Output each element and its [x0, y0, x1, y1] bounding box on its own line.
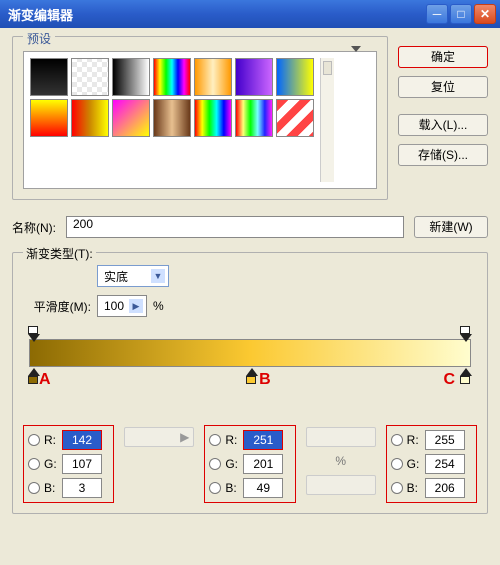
rgb-col-a: R:142 G:107 B:3 — [23, 425, 114, 503]
preset-swatch[interactable] — [30, 58, 68, 96]
radio-r[interactable] — [391, 434, 403, 446]
radio-b[interactable] — [209, 482, 221, 494]
radio-r[interactable] — [28, 434, 40, 446]
presets-list — [23, 51, 377, 189]
radio-r[interactable] — [209, 434, 221, 446]
preset-swatches — [30, 58, 314, 182]
preset-swatch[interactable] — [71, 58, 109, 96]
presets-menu-icon[interactable] — [351, 46, 361, 52]
gradient-area: A B C — [23, 325, 477, 397]
preset-swatch[interactable] — [235, 58, 273, 96]
save-button[interactable]: 存储(S)... — [398, 144, 488, 166]
presets-scrollbar[interactable] — [320, 58, 334, 182]
content: 预设 确定 复位 载入(L)... 存储(S)... 名称(N): 200 新建… — [0, 28, 500, 522]
chevron-down-icon: ▼ — [151, 269, 165, 283]
name-row: 名称(N): 200 新建(W) — [12, 216, 488, 238]
a-r-input[interactable]: 142 — [62, 430, 102, 450]
b-r-input[interactable]: 251 — [243, 430, 283, 450]
gradient-settings-panel: 渐变类型(T): 实底 ▼ 平滑度(M): 100 ▶ % — [12, 252, 488, 514]
preset-swatch[interactable] — [112, 99, 150, 137]
smooth-label: 平滑度(M): — [23, 298, 91, 315]
preset-swatch[interactable] — [235, 99, 273, 137]
b-g-input[interactable]: 201 — [243, 454, 283, 474]
radio-g[interactable] — [28, 458, 40, 470]
radio-b[interactable] — [28, 482, 40, 494]
preset-swatch[interactable] — [194, 58, 232, 96]
radio-g[interactable] — [209, 458, 221, 470]
rgb-col-c: R:255 G:254 B:206 — [386, 425, 477, 503]
a-g-input[interactable]: 107 — [62, 454, 102, 474]
radio-b[interactable] — [391, 482, 403, 494]
name-label: 名称(N): — [12, 219, 56, 236]
preset-swatch[interactable] — [112, 58, 150, 96]
preset-swatch[interactable] — [30, 99, 68, 137]
color-stop-c[interactable] — [460, 368, 472, 382]
gradient-editor-window: { "title": "渐变编辑器", "presets_label": "预设… — [0, 0, 500, 565]
minimize-button[interactable]: ─ — [426, 4, 448, 24]
annotation-a: A — [39, 371, 51, 389]
titlebar: 渐变编辑器 ─ □ ✕ — [0, 0, 500, 28]
presets-label: 预设 — [23, 30, 55, 47]
rgb-section: R:142 G:107 B:3 ▶ R:251 G:201 B:49 % — [23, 425, 477, 503]
ok-button[interactable]: 确定 — [398, 46, 488, 68]
preset-swatch[interactable] — [153, 58, 191, 96]
chevron-right-icon: ▶ — [129, 299, 143, 313]
preset-swatch[interactable] — [194, 99, 232, 137]
c-b-input[interactable]: 206 — [425, 478, 465, 498]
smooth-input[interactable]: 100 ▶ — [97, 295, 147, 317]
preset-swatch[interactable] — [276, 99, 314, 137]
dialog-buttons: 确定 复位 载入(L)... 存储(S)... — [398, 36, 488, 200]
type-select[interactable]: 实底 ▼ — [97, 265, 169, 287]
smooth-value: 100 — [104, 299, 124, 313]
mid-col-2: % — [306, 425, 376, 503]
disabled-field — [306, 475, 376, 495]
smooth-unit: % — [153, 299, 164, 313]
c-g-input[interactable]: 254 — [425, 454, 465, 474]
disabled-field — [306, 427, 376, 447]
c-r-input[interactable]: 255 — [425, 430, 465, 450]
type-value: 实底 — [104, 268, 128, 285]
a-b-input[interactable]: 3 — [62, 478, 102, 498]
annotation-b: B — [259, 371, 271, 389]
name-input[interactable]: 200 — [66, 216, 404, 238]
new-button[interactable]: 新建(W) — [414, 216, 488, 238]
mid-col-1: ▶ — [124, 425, 194, 503]
reset-button[interactable]: 复位 — [398, 76, 488, 98]
close-button[interactable]: ✕ — [474, 4, 496, 24]
radio-g[interactable] — [391, 458, 403, 470]
preset-swatch[interactable] — [71, 99, 109, 137]
disabled-field: ▶ — [124, 427, 194, 447]
window-title: 渐变编辑器 — [4, 5, 424, 24]
type-label: 渐变类型(T): — [23, 245, 96, 262]
gradient-bar[interactable] — [29, 339, 471, 367]
annotation-c: C — [443, 371, 455, 389]
load-button[interactable]: 载入(L)... — [398, 114, 488, 136]
maximize-button[interactable]: □ — [450, 4, 472, 24]
b-b-input[interactable]: 49 — [243, 478, 283, 498]
preset-swatch[interactable] — [276, 58, 314, 96]
color-stop-b[interactable] — [246, 368, 258, 382]
opacity-stop-left[interactable] — [28, 326, 40, 340]
presets-panel: 预设 — [12, 36, 388, 200]
rgb-col-b: R:251 G:201 B:49 — [204, 425, 295, 503]
preset-swatch[interactable] — [153, 99, 191, 137]
opacity-stop-right[interactable] — [460, 326, 472, 340]
